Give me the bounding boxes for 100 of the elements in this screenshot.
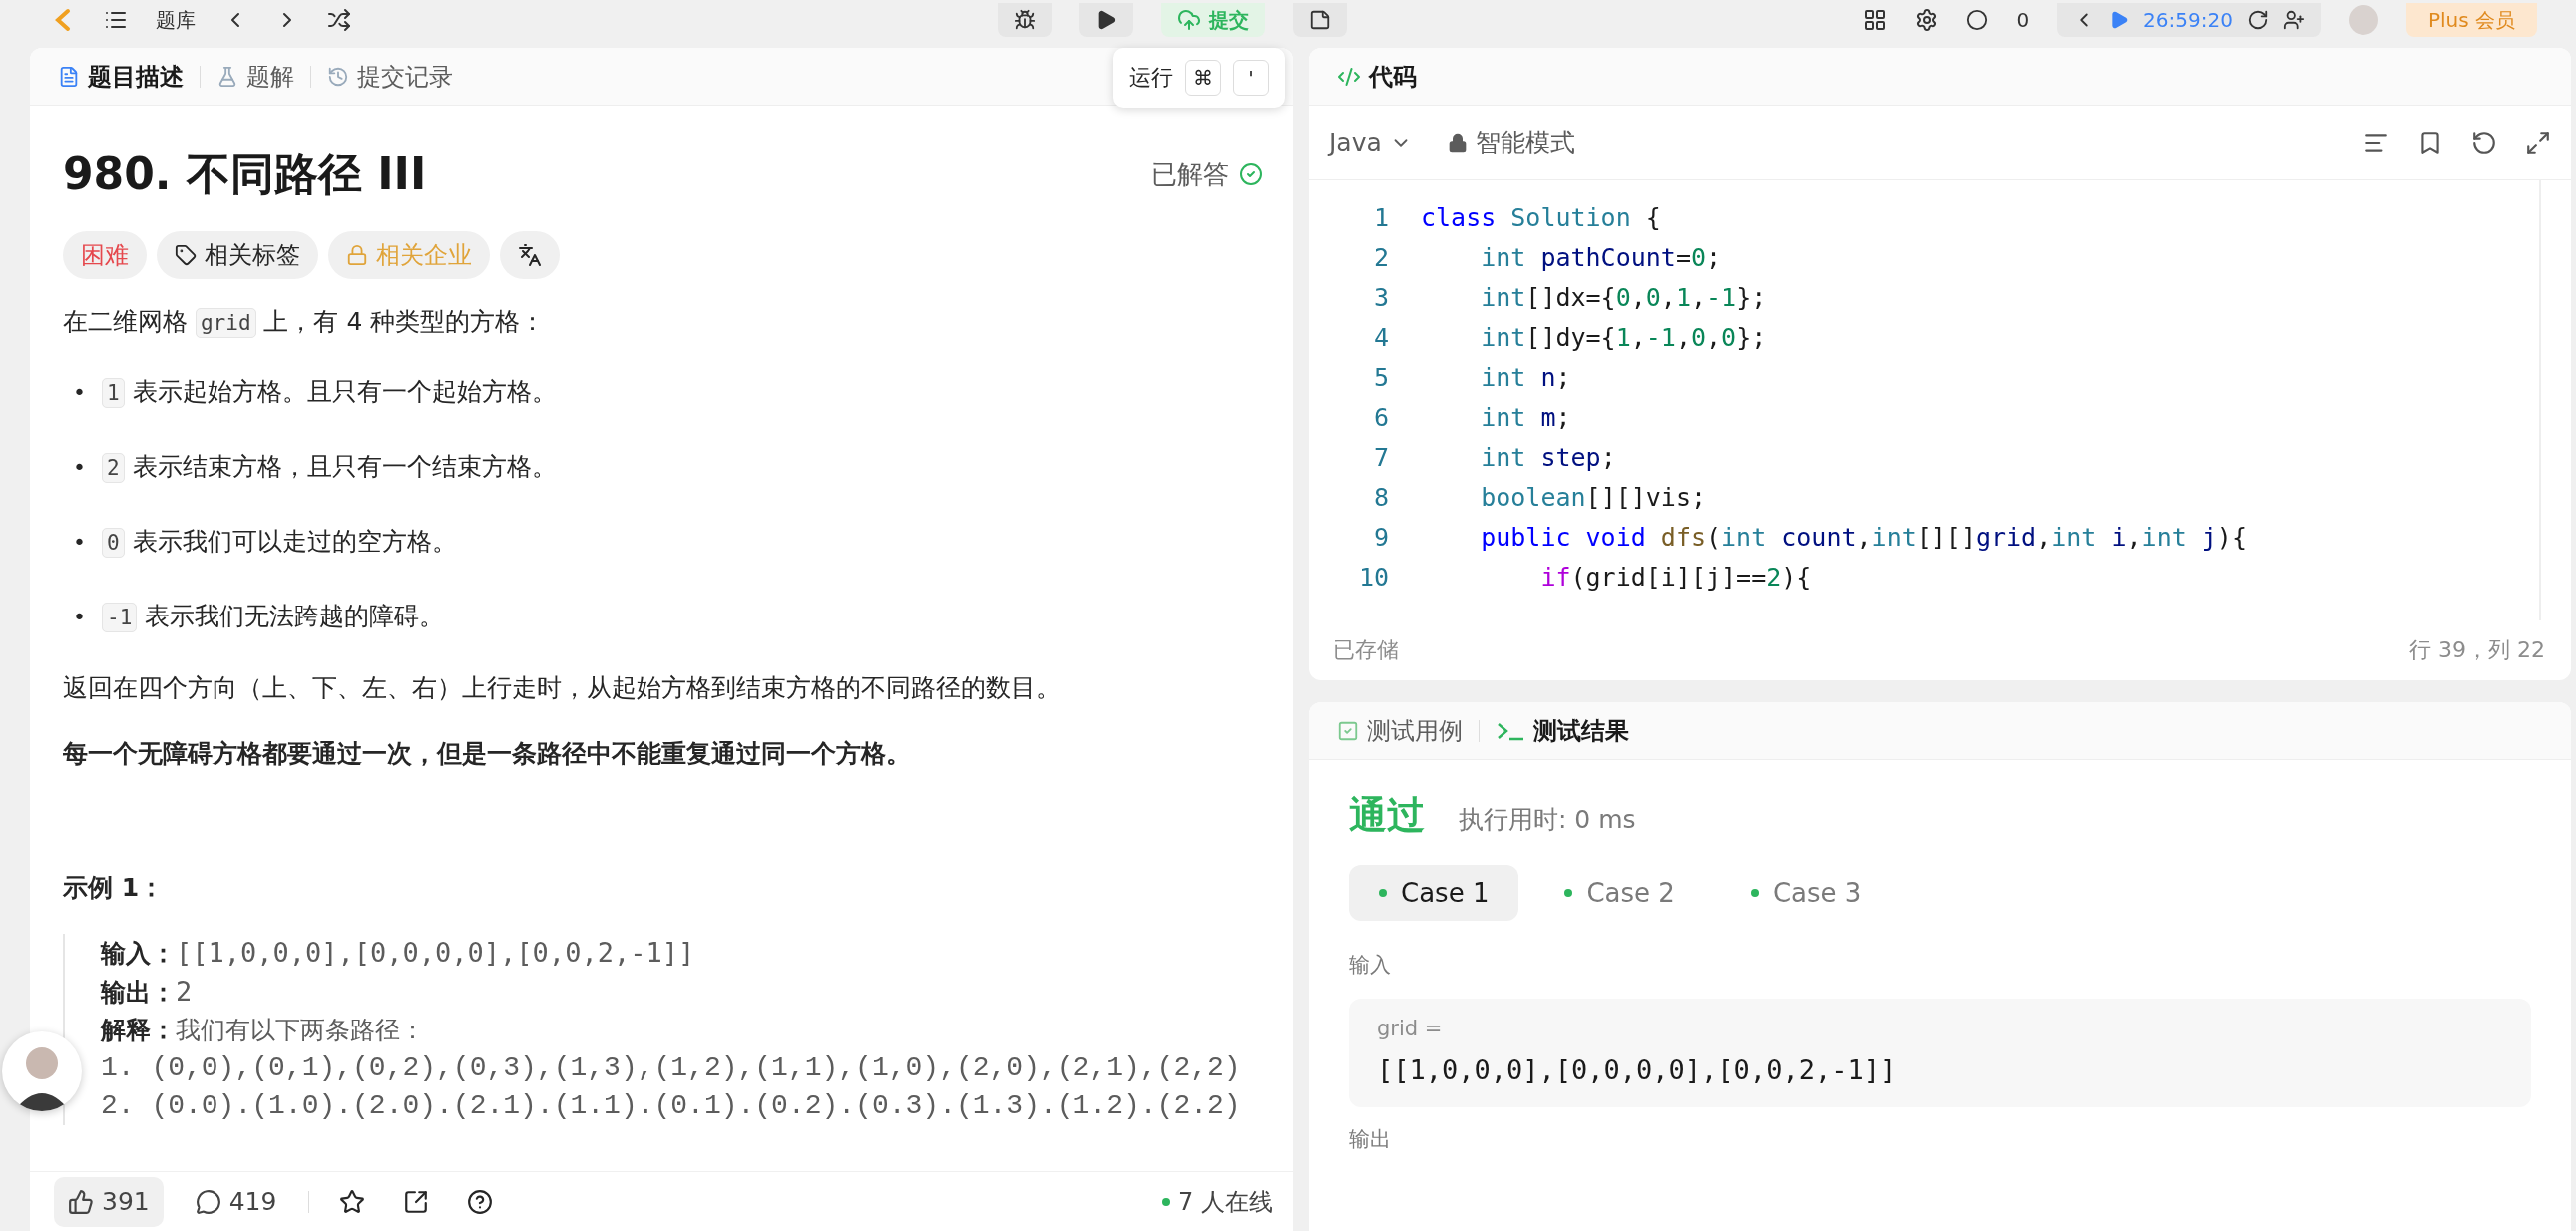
tooltip-text: 运行	[1129, 64, 1173, 92]
code-line: boolean[][]vis;	[1480, 482, 1706, 512]
panel-tab[interactable]: 测试结果	[1490, 714, 1635, 747]
problem-bank-link[interactable]: 题库	[156, 6, 196, 34]
bug-icon	[1013, 9, 1036, 31]
language-select[interactable]: Java	[1329, 128, 1412, 157]
param-name: grid =	[1377, 1017, 1444, 1040]
example-line: 解释：我们有以下两条路径：	[101, 1015, 426, 1046]
problem-title: 980. 不同路径 III	[63, 146, 427, 201]
mode-toggle[interactable]: 智能模式	[1447, 126, 1575, 159]
bullet-marker: •	[73, 453, 86, 482]
timer-text: 26:59:20	[2143, 8, 2233, 32]
param-value: [[1,0,0,0],[0,0,0,0],[0,0,2,-1]]	[1377, 1054, 1898, 1085]
layout-icon[interactable]	[1863, 8, 1888, 32]
shuffle-icon[interactable]	[327, 8, 351, 32]
output-label: 输出	[1349, 1126, 1392, 1153]
line-number: 6	[1372, 402, 1389, 432]
bullet-marker: •	[73, 528, 86, 557]
save-status: 已存储	[1333, 636, 1399, 664]
expand-icon[interactable]	[2525, 129, 2551, 156]
line-number: 7	[1372, 442, 1389, 472]
case-tab[interactable]: Case 2	[1534, 865, 1705, 921]
code-line: class Solution {	[1421, 203, 1661, 232]
verdict-text: 通过	[1349, 792, 1425, 839]
panel-tab[interactable]: 测试用例	[1331, 714, 1469, 747]
bullet-marker: •	[73, 378, 86, 407]
points-counter[interactable]: 0	[2016, 8, 2030, 32]
translate-icon	[518, 243, 542, 267]
path-line: 2. (0.0).(1.0).(2.0).(2.1).(1.1).(0.1).(0.2).(0.3).(1.3).(1.2).(2.2)	[101, 1089, 1242, 1123]
case-tab[interactable]: Case 1	[1349, 865, 1519, 921]
description-text: 返回在四个方向（上、下、左、右）上行走时，从起始方格到结束方格的不同路径的数目。	[63, 672, 1062, 704]
lock-icon	[346, 244, 368, 266]
star-icon[interactable]	[339, 1188, 366, 1215]
cursor-position: 行 39，列 22	[2409, 636, 2545, 664]
bullet-marker: •	[73, 603, 86, 631]
history-icon	[327, 65, 349, 88]
code-line: if(grid[i][j]==2){	[1539, 562, 1812, 592]
line-number: 5	[1372, 362, 1389, 392]
difficulty-tag[interactable]: 困难	[63, 231, 147, 279]
online-count: 7 人在线	[1162, 1185, 1273, 1218]
shortcut-key: '	[1233, 60, 1269, 96]
bullet-item: 0 表示我们可以走过的空方格。	[102, 518, 457, 567]
line-number: 9	[1372, 522, 1389, 552]
check-circle-icon	[1239, 162, 1263, 186]
note-button[interactable]	[1292, 3, 1347, 37]
example-line: 输入：[[1,0,0,0],[0,0,0,0],[0,0,2,-1]]	[101, 936, 696, 970]
lock-icon	[1447, 132, 1468, 153]
add-user-icon[interactable]	[2282, 9, 2305, 31]
code-line: int[]dx={0,0,1,-1};	[1480, 282, 1767, 312]
help-icon[interactable]	[467, 1188, 494, 1215]
shortcut-key: ⌘	[1185, 60, 1221, 96]
line-number: 1	[1372, 203, 1389, 232]
reset-icon[interactable]	[2471, 129, 2497, 156]
constraint-text: 每一个无障碍方格都要通过一次，但是一条路径中不能重复通过同一个方格。	[63, 738, 912, 770]
comment-icon	[195, 1188, 221, 1215]
cloud-upload-icon	[1176, 8, 1201, 32]
code-line: int step;	[1480, 442, 1616, 472]
flask-icon	[216, 65, 238, 88]
share-icon[interactable]	[403, 1188, 430, 1215]
bullet-item: 2 表示结束方格，且只有一个结束方格。	[102, 443, 557, 492]
assistant-avatar[interactable]	[2, 1031, 82, 1111]
line-number: 8	[1372, 482, 1389, 512]
example-title: 示例 1：	[63, 872, 166, 904]
reset-icon[interactable]	[2246, 9, 2269, 31]
note-icon	[1308, 9, 1331, 31]
comment-button[interactable]: 419	[181, 1176, 291, 1227]
code-line: public void dfs(int count,int[][]grid,int i,int j){	[1480, 522, 2247, 552]
tag-icon	[175, 244, 197, 266]
panel-tab[interactable]: 题目描述	[52, 60, 190, 93]
example-line: 输出：2	[101, 975, 194, 1009]
checkbox-icon	[1337, 719, 1359, 742]
solved-status: 已解答	[1151, 156, 1263, 192]
run-button[interactable]	[1078, 3, 1133, 37]
play-icon[interactable]	[2109, 10, 2130, 30]
tag-button[interactable]: 相关标签	[157, 231, 318, 279]
like-button[interactable]: 391	[54, 1176, 164, 1227]
runtime-text: 执行用时: 0 ms	[1459, 804, 1636, 836]
intro-text: 在二维网格 grid 上，有 4 种类型的方格：	[63, 306, 547, 340]
code-line: int n;	[1480, 362, 1571, 392]
settings-icon[interactable]	[1915, 8, 1939, 32]
debug-button[interactable]	[997, 3, 1052, 37]
case-tab[interactable]: Case 3	[1720, 865, 1892, 921]
code-tab[interactable]: 代码	[1331, 60, 1423, 93]
document-icon	[58, 65, 80, 88]
line-number: 10	[1357, 562, 1389, 592]
thumbs-up-icon	[68, 1188, 94, 1215]
translate-button[interactable]	[500, 231, 560, 279]
panel-tab[interactable]: 提交记录	[321, 60, 459, 93]
code-line: int pathCount=0;	[1480, 242, 1722, 272]
circle-icon[interactable]	[1966, 9, 1989, 31]
path-line: 1. (0,0),(0,1),(0,2),(0,3),(1,3),(1,2),(1,1),(1,0),(2,0),(2,1),(2,2)	[101, 1051, 1242, 1085]
code-line: int m;	[1480, 402, 1571, 432]
line-number: 2	[1372, 242, 1389, 272]
bullet-item: 1 表示起始方格。且只有一个起始方格。	[102, 368, 557, 417]
panel-tab[interactable]: 题解	[211, 60, 300, 93]
bullet-item: -1 表示我们无法跨越的障碍。	[102, 593, 445, 641]
line-number: 4	[1372, 322, 1389, 352]
input-label: 输入	[1349, 952, 1392, 979]
code-line: int[]dy={1,-1,0,0};	[1480, 322, 1767, 352]
line-number: 3	[1372, 282, 1389, 312]
